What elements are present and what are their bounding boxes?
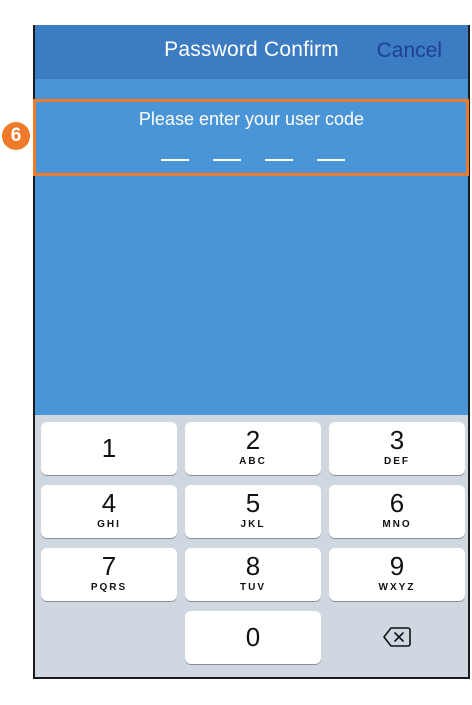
key-digit: 8 — [245, 551, 261, 581]
key-digit: 1 — [101, 433, 117, 463]
key-letters: WXYZ — [378, 582, 416, 593]
navigation-bar: Password Confirm Cancel — [35, 25, 468, 79]
key-digit: 6 — [389, 488, 405, 518]
key-0[interactable]: 0 — [185, 611, 321, 664]
key-digit: 0 — [245, 622, 261, 652]
key-letters: TUV — [240, 582, 266, 593]
key-letters: GHI — [97, 519, 121, 530]
user-code-prompt: Please enter your user code — [138, 109, 365, 129]
key-letters: MNO — [382, 519, 412, 530]
delete-button[interactable] — [329, 611, 465, 664]
cancel-button[interactable]: Cancel — [377, 39, 442, 63]
key-9[interactable]: 9 WXYZ — [329, 548, 465, 601]
key-digit: 3 — [389, 425, 405, 455]
key-letters: ABC — [239, 456, 267, 467]
key-5[interactable]: 5 JKL — [185, 485, 321, 538]
key-7[interactable]: 7 PQRS — [41, 548, 177, 601]
step-callout-badge: 6 — [2, 122, 30, 150]
key-2[interactable]: 2 ABC — [185, 422, 321, 475]
code-slot — [317, 159, 345, 161]
key-digit: 4 — [101, 488, 117, 518]
key-letters: PQRS — [90, 582, 128, 593]
backspace-icon — [383, 627, 411, 647]
key-digit: 2 — [245, 425, 261, 455]
key-4[interactable]: 4 GHI — [41, 485, 177, 538]
numeric-keypad: 1 2 ABC 3 DEF 4 GHI 5 JKL 6 MNO 7 PQRS 8… — [35, 415, 468, 677]
code-slot — [265, 159, 293, 161]
key-digit: 9 — [389, 551, 405, 581]
code-entry-slots — [161, 159, 347, 163]
key-6[interactable]: 6 MNO — [329, 485, 465, 538]
key-digit: 5 — [245, 488, 261, 518]
code-slot — [213, 159, 241, 161]
code-slot — [161, 159, 189, 161]
key-8[interactable]: 8 TUV — [185, 548, 321, 601]
key-digit: 7 — [101, 551, 117, 581]
phone-screen: Password Confirm Cancel Please enter you… — [33, 25, 470, 679]
key-1[interactable]: 1 — [41, 422, 177, 475]
key-letters: JKL — [240, 519, 266, 530]
key-3[interactable]: 3 DEF — [329, 422, 465, 475]
key-letters: DEF — [384, 456, 410, 467]
